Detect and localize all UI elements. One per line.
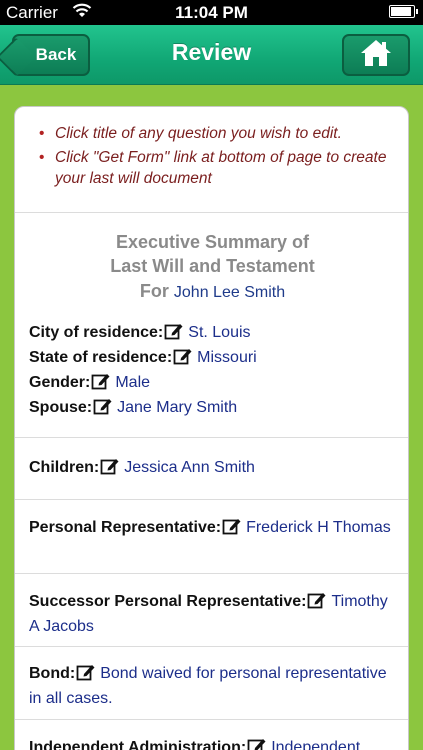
- summary-title-line1: Executive Summary of: [115, 232, 310, 252]
- edit-icon[interactable]: [93, 397, 113, 415]
- field-spouse[interactable]: Spouse: Jane Mary Smith: [29, 395, 396, 420]
- instruction-text: Click title of any question you wish to …: [55, 125, 342, 142]
- field-value: Jessica Ann Smith: [124, 459, 255, 476]
- field-children[interactable]: Children: Jessica Ann Smith: [29, 455, 396, 480]
- testator-name: John Lee Smith: [173, 284, 286, 301]
- for-label: For: [139, 281, 169, 301]
- summary-for: For John Lee Smith: [29, 278, 396, 306]
- independent-administration-section: Independent Administration: Independent: [15, 719, 408, 750]
- successor-representative-section: Successor Personal Representative: Timoth…: [15, 573, 408, 646]
- summary-title-line2: Last Will and Testament: [110, 256, 315, 276]
- edit-icon[interactable]: [307, 591, 327, 609]
- field-city[interactable]: City of residence: St. Louis: [29, 320, 396, 345]
- field-value: Jane Mary Smith: [117, 399, 238, 416]
- home-button[interactable]: [342, 34, 410, 76]
- field-label[interactable]: City of residence:: [29, 324, 163, 341]
- field-gender[interactable]: Gender: Male: [29, 370, 396, 395]
- field-label[interactable]: Children:: [29, 459, 99, 476]
- field-value: Missouri: [197, 349, 257, 366]
- back-button-label: Back: [35, 45, 77, 64]
- edit-icon[interactable]: [173, 347, 193, 365]
- field-label[interactable]: Bond:: [29, 665, 75, 682]
- edit-icon[interactable]: [91, 372, 111, 390]
- field-successor-representative[interactable]: Successor Personal Representative: Timoth…: [29, 589, 396, 639]
- edit-icon[interactable]: [247, 737, 267, 750]
- summary-section: Executive Summary of Last Will and Testa…: [15, 212, 408, 437]
- bullet-icon: •: [39, 149, 45, 166]
- review-card: • Click title of any question you wish t…: [14, 106, 409, 750]
- field-label[interactable]: Gender:: [29, 374, 90, 391]
- clock-label: 11:04 PM: [175, 3, 248, 22]
- edit-icon[interactable]: [164, 322, 184, 340]
- status-bar: Carrier 11:04 PM: [0, 0, 423, 25]
- children-section: Children: Jessica Ann Smith: [15, 437, 408, 499]
- field-label[interactable]: State of residence:: [29, 349, 172, 366]
- field-value: Independent: [271, 739, 361, 750]
- field-label[interactable]: Successor Personal Representative:: [29, 593, 306, 610]
- field-value: Male: [115, 374, 151, 391]
- instructions-section: • Click title of any question you wish t…: [15, 107, 408, 212]
- instruction-item: • Click title of any question you wish t…: [39, 123, 398, 144]
- instruction-item: • Click "Get Form" link at bottom of pag…: [39, 147, 398, 189]
- edit-icon[interactable]: [100, 457, 120, 475]
- bond-section: Bond: Bond waived for personal representa…: [15, 646, 408, 719]
- personal-representative-section: Personal Representative: Frederick H Thom…: [15, 499, 408, 573]
- field-independent-administration[interactable]: Independent Administration: Independent: [29, 735, 396, 750]
- field-label[interactable]: Personal Representative:: [29, 519, 221, 536]
- field-value: Frederick H Thomas: [246, 519, 391, 536]
- field-bond[interactable]: Bond: Bond waived for personal representa…: [29, 661, 396, 711]
- residence-fields: City of residence: St. Louis State of res…: [29, 320, 396, 420]
- field-label[interactable]: Spouse:: [29, 399, 92, 416]
- edit-icon[interactable]: [76, 663, 96, 681]
- field-label[interactable]: Independent Administration:: [29, 739, 246, 750]
- field-personal-representative[interactable]: Personal Representative: Frederick H Thom…: [29, 515, 396, 540]
- edit-icon[interactable]: [222, 517, 242, 535]
- bullet-icon: •: [39, 125, 45, 142]
- instruction-text: Click "Get Form" link at bottom of page …: [55, 149, 387, 187]
- home-icon: [360, 38, 392, 73]
- field-value: St. Louis: [188, 324, 251, 341]
- battery-icon: [389, 5, 418, 18]
- field-state[interactable]: State of residence: Missouri: [29, 345, 396, 370]
- navigation-bar: Back Review: [0, 25, 423, 85]
